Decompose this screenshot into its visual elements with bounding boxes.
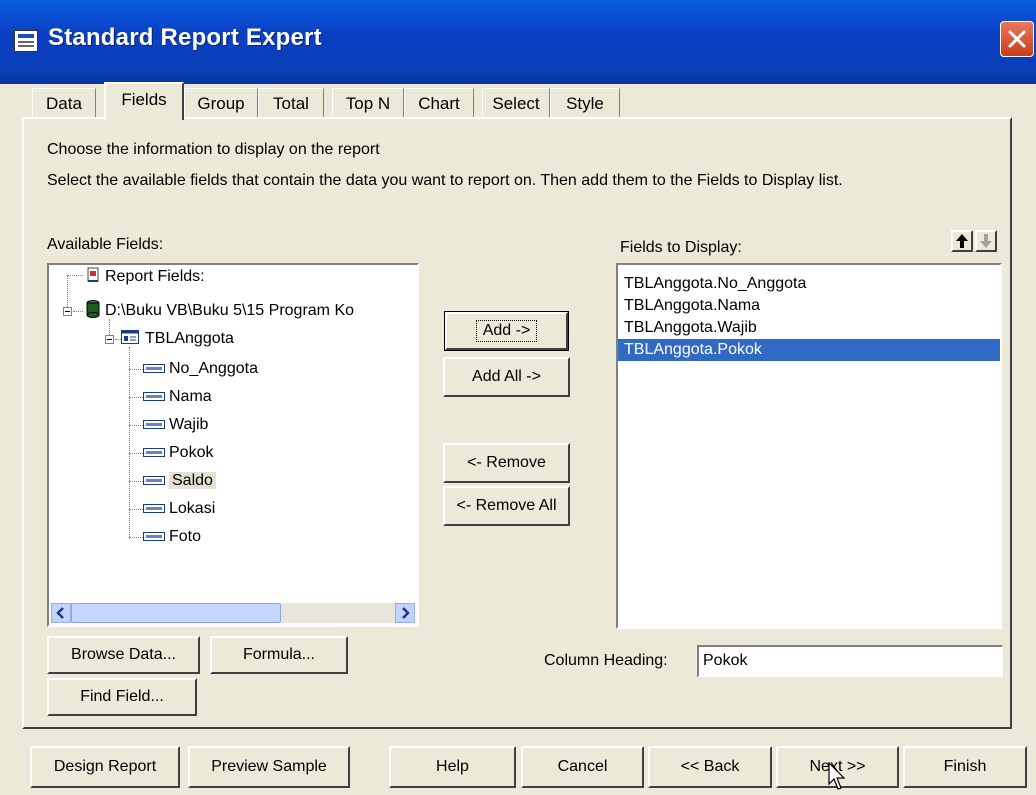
field-icon [143,364,165,374]
available-fields-label: Available Fields: [47,236,164,253]
table-icon [121,328,139,344]
arrow-down-icon [980,234,992,248]
list-item[interactable]: TBLAnggota.Wajib [618,317,1000,339]
move-down-button[interactable] [975,230,997,252]
chevron-right-icon [402,607,410,619]
horizontal-scrollbar[interactable] [51,603,415,623]
tree-label: Saldo [169,472,216,489]
tree-item-field[interactable]: No_Anggota [143,357,258,381]
tree-item-field[interactable]: Lokasi [143,497,215,521]
design-report-button[interactable]: Design Report [30,746,180,788]
preview-sample-button[interactable]: Preview Sample [188,746,350,788]
tree-label: Report Fields: [105,268,205,285]
back-button[interactable]: << Back [648,746,772,788]
collapse-toggle[interactable] [63,307,72,316]
tree-label: Foto [169,528,202,545]
tree-line [129,509,143,510]
tree-line [67,275,83,276]
available-fields-tree[interactable]: Report Fields: D:\Buku VB\Buku 5\15 Prog… [47,263,419,627]
collapse-toggle[interactable] [105,335,114,344]
tab-chart[interactable]: Chart [404,88,474,118]
tree-label: Wajib [169,416,209,433]
field-icon [143,420,165,430]
tree-item-field[interactable]: Pokok [143,441,213,465]
field-icon [143,392,165,402]
list-item-selected[interactable]: TBLAnggota.Pokok [618,339,1000,361]
field-icon [143,532,165,542]
field-icon [143,448,165,458]
tree-line [129,453,143,454]
tree-label: No_Anggota [169,360,258,377]
fields-to-display-label: Fields to Display: [620,239,742,256]
remove-all-button[interactable]: <- Remove All [443,486,570,526]
tree-item-table[interactable]: TBLAnggota [121,327,234,351]
tree-item-database[interactable]: D:\Buku VB\Buku 5\15 Program Ko [85,299,354,323]
scroll-right-button[interactable] [395,603,415,623]
arrow-up-icon [956,234,968,248]
tree-line [129,397,143,398]
field-icon [143,476,165,486]
move-up-button[interactable] [951,230,973,252]
tree-line [129,425,143,426]
tree-line [129,369,143,370]
chevron-left-icon [56,607,64,619]
tree-label: TBLAnggota [145,330,234,347]
add-all-button[interactable]: Add All -> [443,357,570,397]
formula-button[interactable]: Formula... [210,636,348,674]
add-button[interactable]: Add -> [444,311,569,351]
list-item[interactable]: TBLAnggota.Nama [618,295,1000,317]
finish-button[interactable]: Finish [903,746,1027,788]
tab-select[interactable]: Select [482,88,550,118]
remove-button[interactable]: <- Remove [443,443,570,483]
close-button[interactable] [1000,21,1034,57]
column-heading-input[interactable]: Pokok [697,645,1003,677]
window-title: Standard Report Expert [48,24,322,51]
tree-item-field[interactable]: Foto [143,525,201,549]
tree-label: Pokok [169,444,214,461]
fields-to-display-list[interactable]: TBLAnggota.No_Anggota TBLAnggota.Nama TB… [616,263,1002,629]
tree-label: Lokasi [169,500,216,517]
tree-line [129,347,130,539]
add-button-label: Add -> [475,320,538,342]
tab-total[interactable]: Total [258,88,324,118]
column-heading-label: Column Heading: [544,652,668,669]
mouse-cursor-icon [828,762,846,790]
instruction-line-1: Choose the information to display on the… [47,141,380,158]
cancel-button[interactable]: Cancel [521,746,644,788]
tab-fields[interactable]: Fields [104,82,184,120]
help-button[interactable]: Help [389,746,516,788]
tab-group[interactable]: Group [184,88,258,118]
close-icon [1008,30,1026,48]
find-field-button[interactable]: Find Field... [47,678,197,716]
scroll-thumb[interactable] [71,603,281,623]
tree-item-field[interactable]: Wajib [143,413,208,437]
tab-data[interactable]: Data [32,88,96,118]
tree-line [129,537,143,538]
tab-style[interactable]: Style [550,88,620,118]
tree-item-field[interactable]: Nama [143,385,212,409]
tree-label: D:\Buku VB\Buku 5\15 Program Ko [105,302,355,319]
scroll-left-button[interactable] [51,603,71,623]
field-icon [143,504,165,514]
tree-item-field-highlighted[interactable]: Saldo [143,469,216,493]
tree-line [129,481,143,482]
report-expert-window: Standard Report Expert Data Fields Group… [0,0,1036,795]
tree-item-report-fields[interactable]: Report Fields: [85,265,205,289]
list-item[interactable]: TBLAnggota.No_Anggota [618,273,1000,295]
report-app-icon [14,30,38,52]
report-fields-icon [85,267,101,283]
instruction-line-2: Select the available fields that contain… [47,172,843,189]
tree-label: Nama [169,388,212,405]
title-bar[interactable]: Standard Report Expert [0,0,1036,84]
browse-data-button[interactable]: Browse Data... [47,636,200,674]
tree-line [73,311,83,312]
database-icon [85,300,101,318]
tab-top-n[interactable]: Top N [332,88,404,118]
